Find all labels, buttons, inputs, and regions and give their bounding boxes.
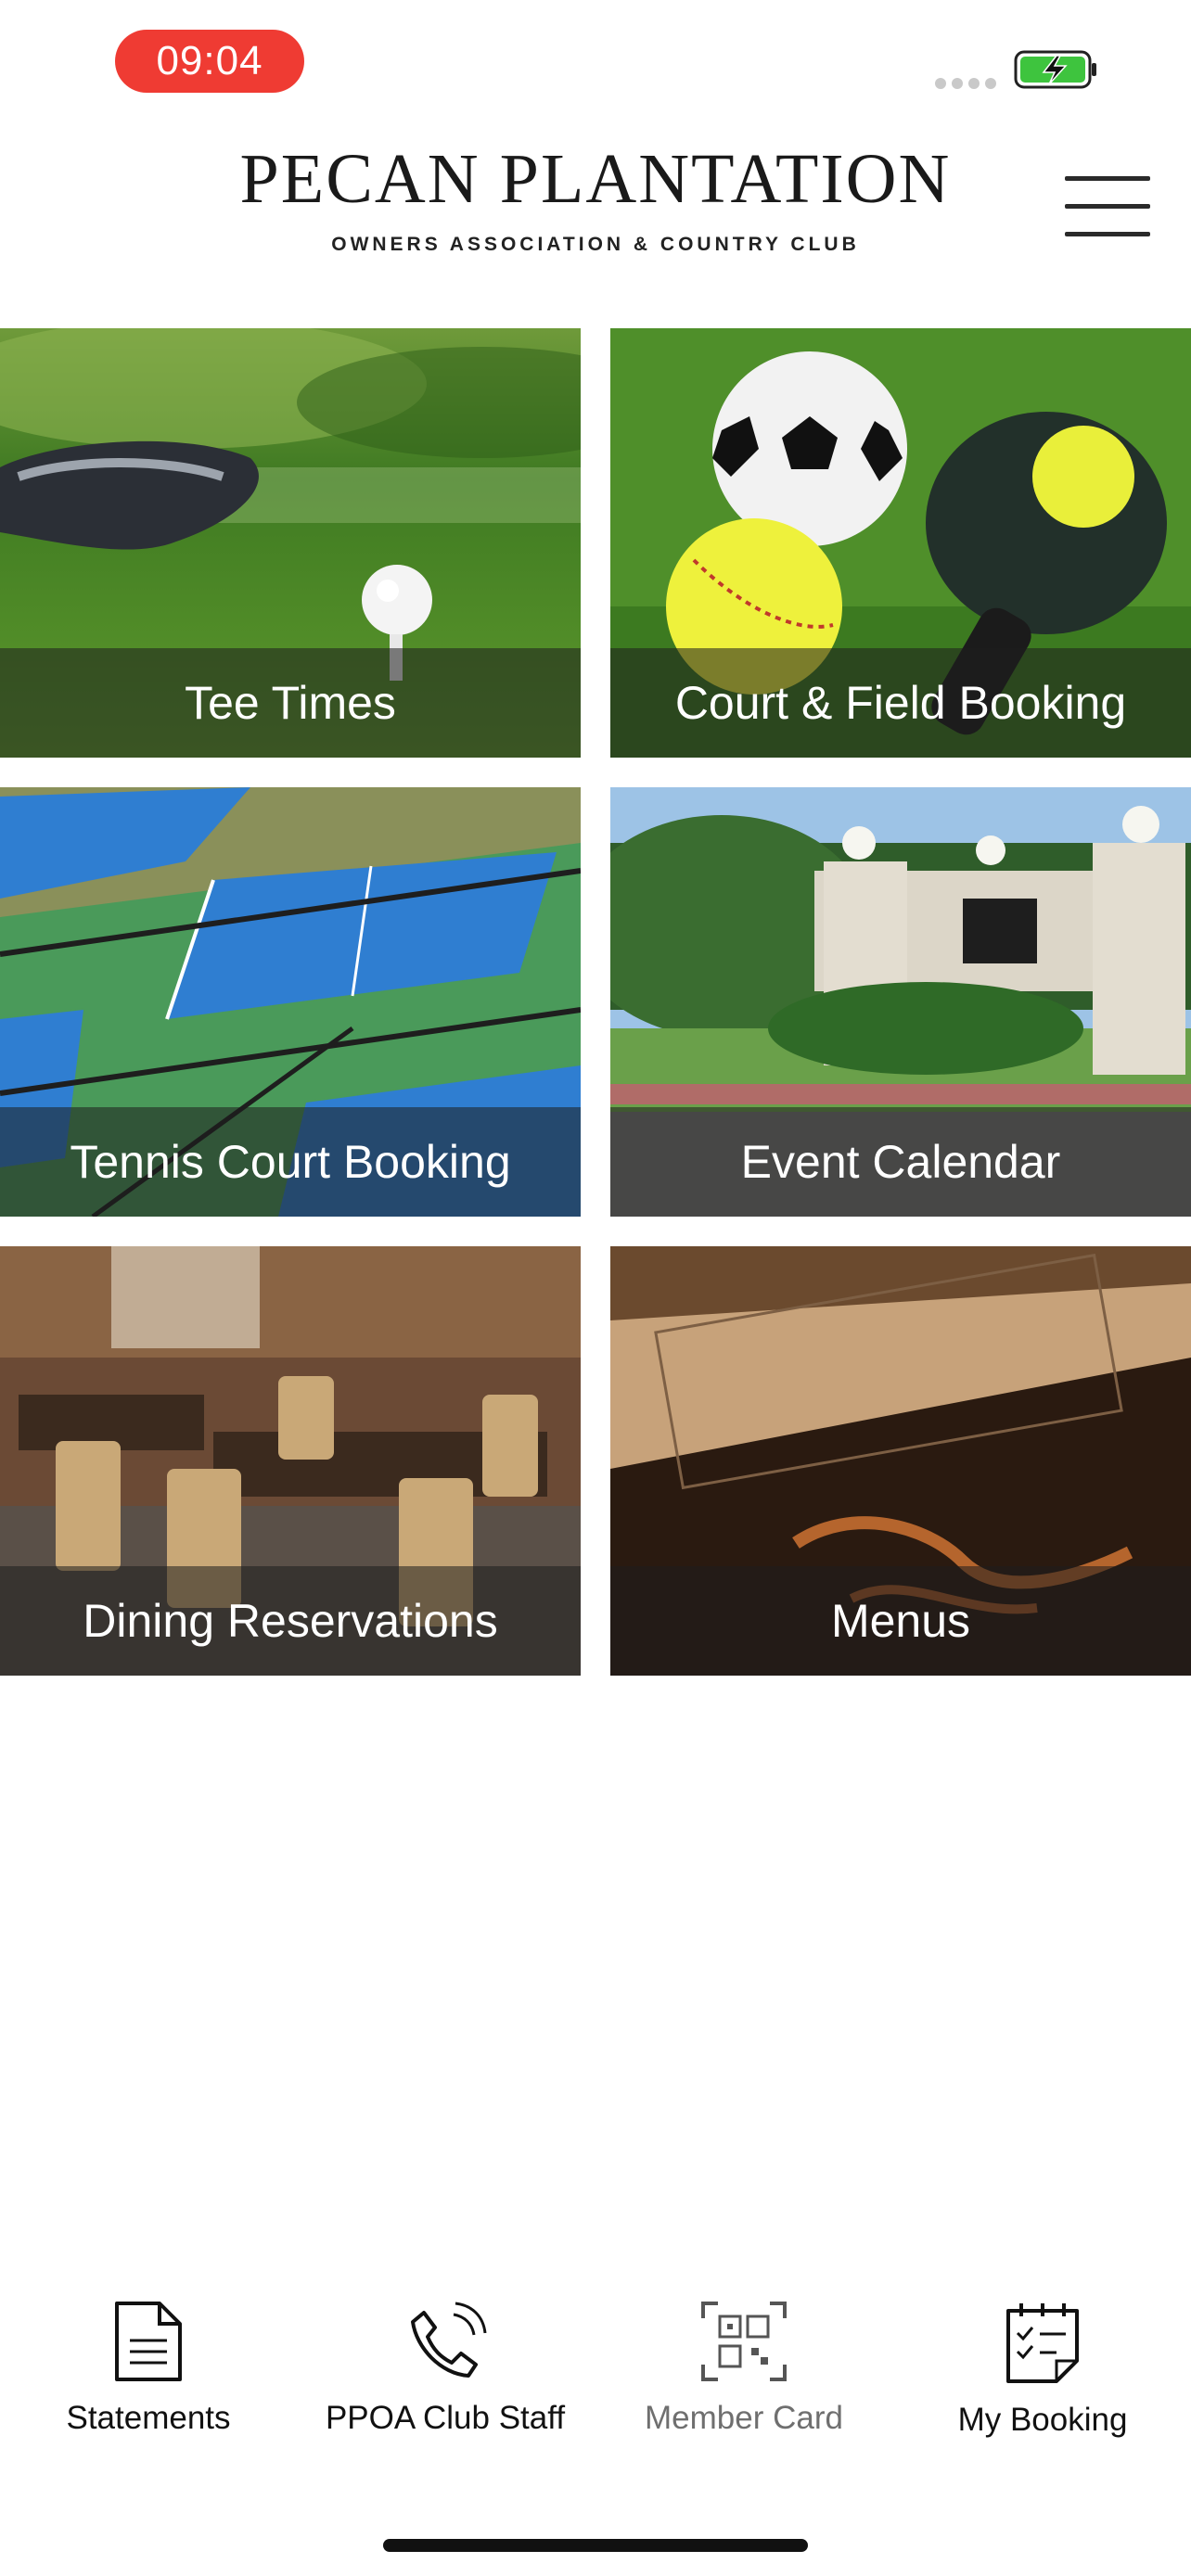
tile-label-bar: Event Calendar	[610, 1107, 1191, 1217]
hamburger-menu-icon[interactable]	[1065, 176, 1150, 241]
tile-tee-times[interactable]: Tee Times	[0, 328, 581, 758]
nav-statements[interactable]: Statements	[9, 2300, 288, 2436]
tile-court-field-booking[interactable]: Court & Field Booking	[610, 328, 1191, 758]
tile-label: Event Calendar	[740, 1136, 1061, 1188]
nav-label: PPOA Club Staff	[325, 2400, 566, 2436]
battery-charging-icon	[1014, 50, 1096, 89]
tile-dining-reservations[interactable]: Dining Reservations	[0, 1246, 581, 1676]
club-logo-subtitle: OWNERS ASSOCIATION & COUNTRY CLUB	[331, 234, 860, 255]
tile-label-bar: Dining Reservations	[0, 1566, 581, 1676]
calendar-checklist-icon	[1006, 2303, 1079, 2383]
home-indicator	[383, 2539, 808, 2552]
nav-label: Statements	[66, 2400, 231, 2436]
nav-club-staff[interactable]: PPOA Club Staff	[306, 2300, 584, 2436]
tile-label: Court & Field Booking	[674, 677, 1127, 729]
club-logo-title: PECAN PLANTATION	[239, 140, 952, 218]
tile-tennis-court-booking[interactable]: Tennis Court Booking	[0, 787, 581, 1217]
tile-label-bar: Menus	[610, 1566, 1191, 1676]
status-time: 09:04	[115, 30, 304, 93]
document-icon	[115, 2302, 182, 2381]
nav-label: My Booking	[957, 2402, 1128, 2438]
qr-code-icon	[701, 2302, 787, 2381]
tile-label: Menus	[830, 1595, 971, 1647]
tile-label: Tennis Court Booking	[70, 1136, 511, 1188]
tile-event-calendar[interactable]: Event Calendar	[610, 787, 1191, 1217]
signal-icon	[935, 78, 996, 89]
phone-icon	[411, 2302, 487, 2378]
nav-label: Member Card	[645, 2400, 843, 2436]
tile-label-bar: Tennis Court Booking	[0, 1107, 581, 1217]
nav-my-booking[interactable]: My Booking	[903, 2300, 1182, 2438]
nav-member-card[interactable]: Member Card	[605, 2300, 883, 2436]
tile-label: Dining Reservations	[83, 1595, 498, 1647]
tile-label-bar: Tee Times	[0, 648, 581, 758]
tile-label: Tee Times	[185, 677, 396, 729]
tile-menus[interactable]: Menus	[610, 1246, 1191, 1676]
tile-label-bar: Court & Field Booking	[610, 648, 1191, 758]
